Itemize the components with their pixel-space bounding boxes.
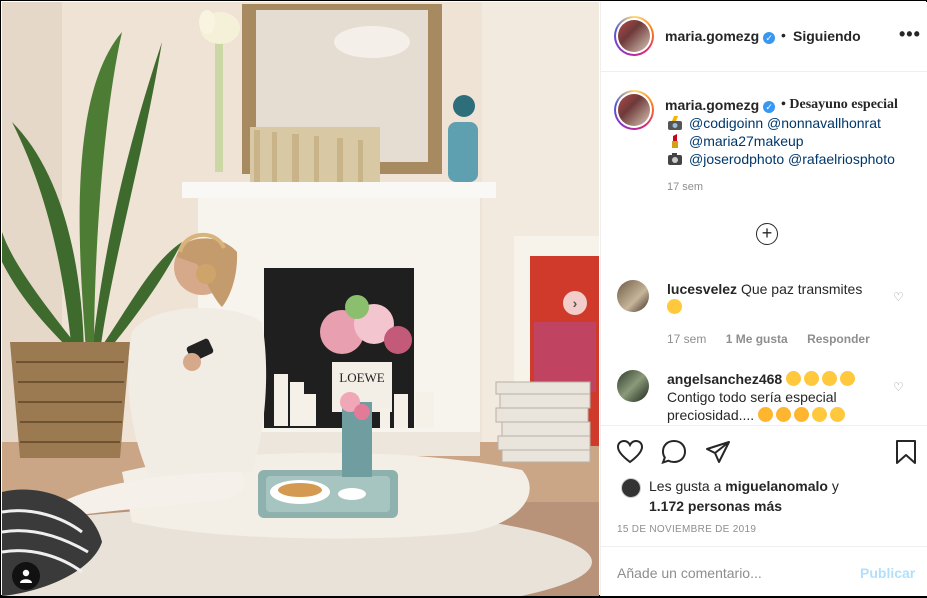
more-options-icon[interactable]: ••• xyxy=(899,24,921,45)
publish-button[interactable]: Publicar xyxy=(860,565,915,581)
verified-badge-icon: ✓ xyxy=(763,101,776,113)
liker-avatar[interactable] xyxy=(621,478,641,498)
smiling-face-icon xyxy=(840,371,856,386)
comment-like-heart-icon[interactable]: ♡ xyxy=(893,380,904,394)
smiling-face-icon xyxy=(667,299,682,314)
heart-eyes-face-icon xyxy=(794,407,810,422)
comment-text: Contigo todo sería especial preciosidad.… xyxy=(667,389,837,423)
likes-count-link[interactable]: 1.172 personas más xyxy=(649,498,782,514)
commenter-avatar[interactable] xyxy=(617,370,649,402)
reply-button[interactable]: Responder xyxy=(807,332,870,346)
comment-meta: 17 sem 1 Me gusta Responder xyxy=(667,332,886,346)
user-tag-icon xyxy=(20,569,32,583)
like-heart-icon[interactable] xyxy=(617,440,643,464)
comment-body: angelsanchez468 Contigo todo sería espec… xyxy=(667,370,897,424)
post-header: maria.gomezg ✓ • Siguiendo ••• xyxy=(601,2,927,72)
comment-body: lucesvelez Que paz transmites xyxy=(667,280,897,316)
post-actions: Les gusta a miguelanomalo y 1.172 person… xyxy=(601,425,927,597)
save-bookmark-icon[interactable] xyxy=(895,440,917,464)
caption-line-2[interactable]: @maria27makeup xyxy=(667,133,804,149)
carousel-next-button[interactable]: › xyxy=(563,291,587,315)
smiling-face-icon xyxy=(822,371,838,386)
author-avatar[interactable] xyxy=(614,16,654,56)
comment-text: Que paz transmites xyxy=(740,281,863,297)
load-more-comments-button[interactable]: + xyxy=(756,223,778,245)
heart-eyes-face-icon xyxy=(776,407,792,422)
post-photo[interactable]: LOEWE › xyxy=(2,2,599,596)
commenter-username[interactable]: angelsanchez468 xyxy=(667,371,782,387)
tagged-users-button[interactable] xyxy=(12,562,40,590)
commenter-avatar[interactable] xyxy=(617,280,649,312)
comment-likes-link[interactable]: 1 Me gusta xyxy=(726,332,788,346)
post-date[interactable]: 15 DE NOVIEMBRE DE 2019 xyxy=(617,524,756,535)
add-comment-box: Publicar xyxy=(601,546,927,598)
smiling-face-icon xyxy=(812,407,828,422)
commenter-username[interactable]: lucesvelez xyxy=(667,281,737,297)
post-side-panel: maria.gomezg ✓ • Siguiendo ••• maria.gome… xyxy=(600,2,927,596)
author-username-link[interactable]: maria.gomezg ✓ xyxy=(665,28,776,44)
camera-flash-icon xyxy=(668,116,682,130)
lipstick-icon xyxy=(672,134,678,148)
likes-summary: Les gusta a miguelanomalo y 1.172 person… xyxy=(649,478,839,514)
comment-like-heart-icon[interactable]: ♡ xyxy=(893,290,904,304)
camera-icon xyxy=(668,153,682,165)
caption-username-link[interactable]: maria.gomezg ✓ xyxy=(665,97,776,113)
comment-input[interactable] xyxy=(617,565,837,581)
caption-time: 17 sem xyxy=(667,181,704,193)
loewe-box-label: LOEWE xyxy=(339,370,385,385)
caption-avatar[interactable] xyxy=(614,90,654,130)
comment-time: 17 sem xyxy=(667,332,707,346)
smiling-face-icon xyxy=(786,371,802,386)
comment-bubble-icon[interactable] xyxy=(661,440,687,464)
verified-badge-icon: ✓ xyxy=(763,32,776,44)
share-paper-plane-icon[interactable] xyxy=(705,440,731,464)
smiling-face-icon xyxy=(830,407,846,422)
caption-line-3[interactable]: @joserodphoto @rafaelriosphoto xyxy=(667,151,895,167)
photo-illustration: LOEWE xyxy=(2,2,599,596)
separator-dot: • xyxy=(781,27,786,43)
liker-username-link[interactable]: miguelanomalo xyxy=(725,478,828,494)
heart-eyes-face-icon xyxy=(758,407,774,422)
instagram-post-modal: LOEWE › maria.gomezg ✓ • Siguiendo ••• m… xyxy=(0,0,927,596)
caption-title: • Desayuno especial xyxy=(781,97,898,112)
following-button[interactable]: Siguiendo xyxy=(793,28,861,44)
smiling-face-icon xyxy=(804,371,820,386)
caption-line-1[interactable]: @codigoinn @nonnavallhonrat xyxy=(667,115,881,131)
